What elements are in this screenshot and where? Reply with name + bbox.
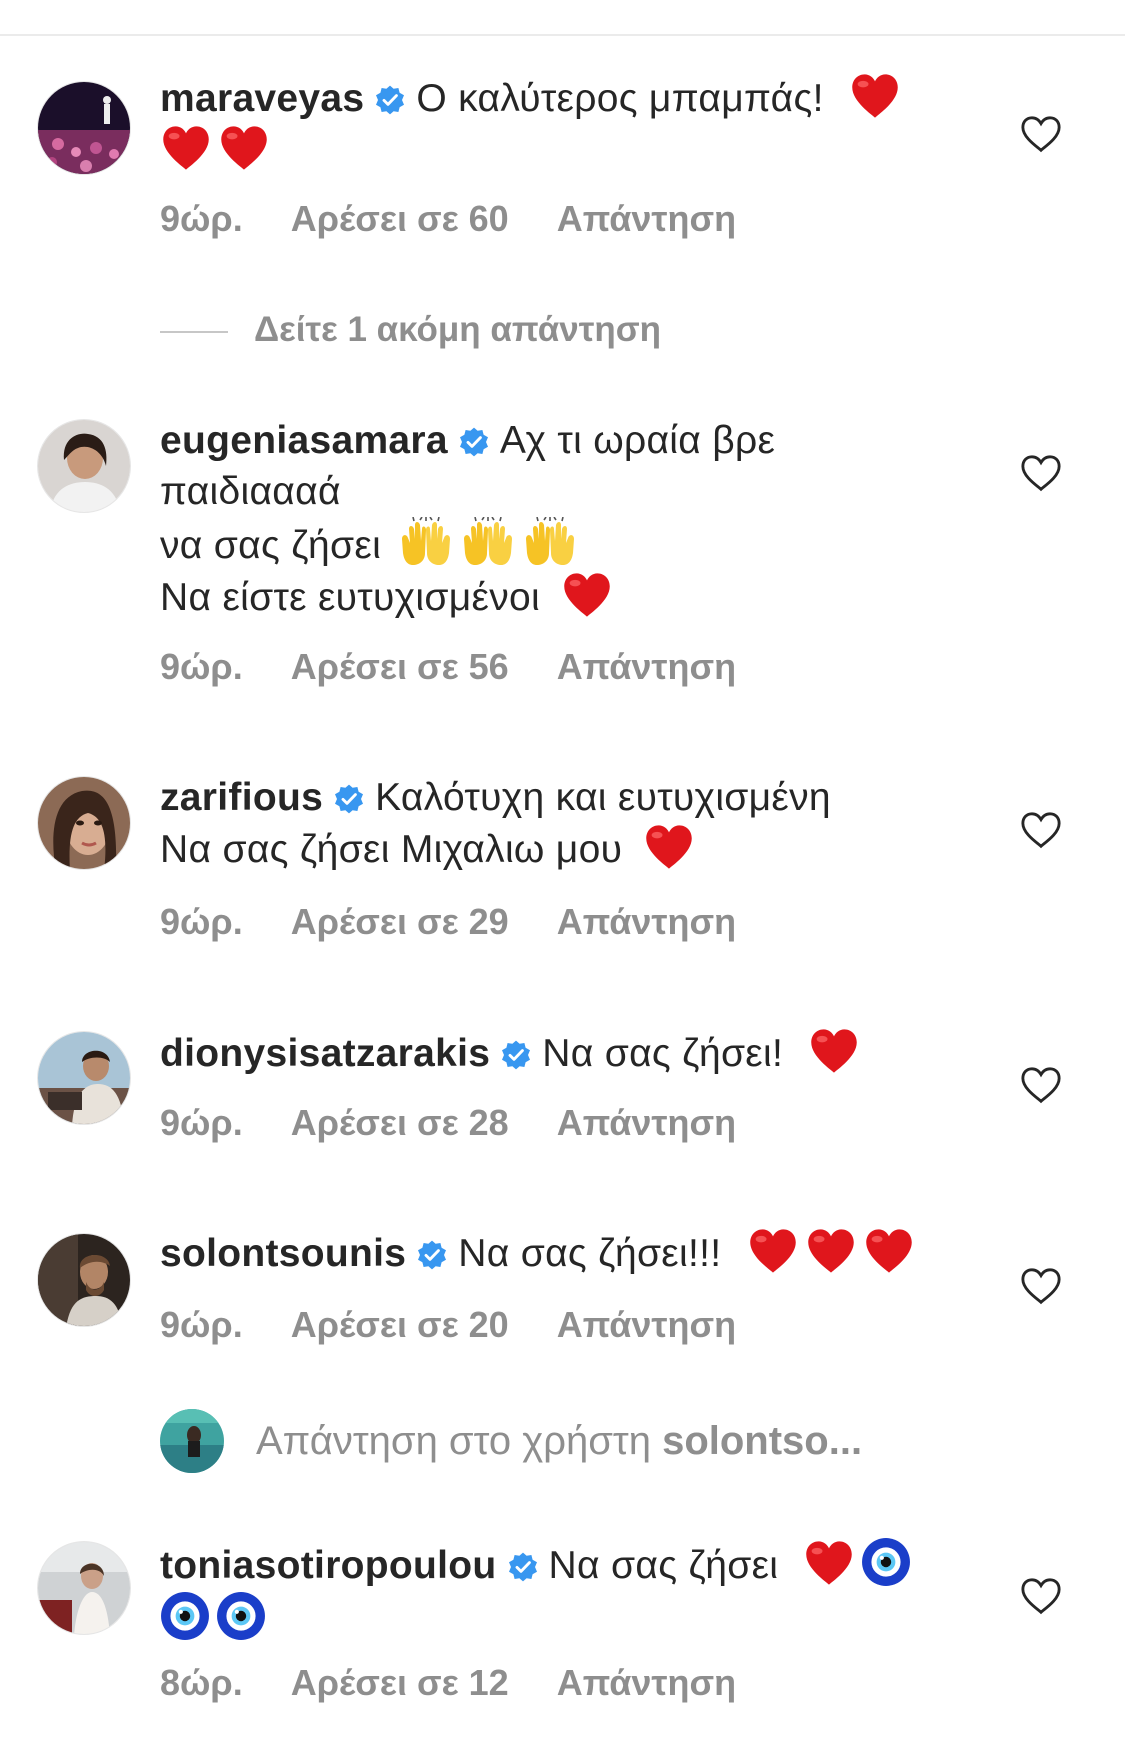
reply-to-prefix: Απάντηση στο χρήστη: [256, 1419, 651, 1463]
reply-to-text: Απάντηση στο χρήστη solontso...: [256, 1417, 862, 1465]
red-heart-emoji: [561, 571, 613, 619]
avatar[interactable]: [37, 776, 131, 870]
comment-text-line-2: Να σας ζήσει Μιχαλιω μου: [160, 828, 623, 871]
comment-text: Να σας ζήσει: [548, 1544, 779, 1587]
top-divider: [0, 34, 1125, 36]
raising-hands-emoji: [522, 517, 578, 567]
comment-likes[interactable]: Αρέσει σε 56: [291, 646, 509, 687]
comment-body: dionysisatzarakis Να σας ζήσει!: [160, 1027, 975, 1079]
verified-badge-icon: [500, 1039, 532, 1071]
comment-text: Να σας ζήσει!: [542, 1032, 784, 1075]
comment-meta: 9ώρ. Αρέσει σε 29 Απάντηση: [160, 900, 784, 944]
comment-time: 9ώρ.: [160, 1304, 243, 1345]
view-more-replies[interactable]: Δείτε 1 ακόμη απάντηση: [160, 305, 661, 355]
comment-likes[interactable]: Αρέσει σε 60: [291, 198, 509, 239]
comment-meta: 9ώρ. Αρέσει σε 20 Απάντηση: [160, 1303, 784, 1347]
red-heart-emoji: [863, 1227, 915, 1275]
reply-button[interactable]: Απάντηση: [557, 1304, 736, 1345]
like-heart-icon[interactable]: [1020, 452, 1062, 494]
comment-body: eugeniasamara Αχ τι ωραία βρε παιδιαααά ν…: [160, 415, 975, 623]
red-heart-emoji: [160, 124, 212, 172]
comment-username[interactable]: solontsounis: [160, 1232, 406, 1275]
comment-username[interactable]: zarifious: [160, 776, 323, 819]
comment-username[interactable]: toniasotiropoulou: [160, 1544, 497, 1587]
comment-meta: 9ώρ. Αρέσει σε 28 Απάντηση: [160, 1101, 784, 1145]
red-heart-emoji: [808, 1027, 860, 1075]
raising-hands-emoji: [398, 517, 454, 567]
avatar[interactable]: [37, 1541, 131, 1635]
avatar[interactable]: [37, 81, 131, 175]
comment-likes[interactable]: Αρέσει σε 12: [291, 1662, 509, 1703]
comment-body: toniasotiropoulou Να σας ζήσει: [160, 1537, 975, 1645]
like-heart-icon[interactable]: [1020, 809, 1062, 851]
red-heart-emoji: [803, 1539, 855, 1587]
comment-username[interactable]: eugeniasamara: [160, 419, 448, 462]
comment-time: 8ώρ.: [160, 1662, 243, 1703]
reply-to-target: solontso...: [662, 1419, 863, 1463]
comment-meta: 9ώρ. Αρέσει σε 60 Απάντηση: [160, 197, 784, 241]
comment-likes[interactable]: Αρέσει σε 28: [291, 1102, 509, 1143]
nazar-amulet-emoji: [216, 1591, 266, 1641]
comment-text-line-3: να σας ζήσει: [160, 524, 382, 567]
comment-likes[interactable]: Αρέσει σε 20: [291, 1304, 509, 1345]
comment-text-line-1: Αχ τι ωραία βρε: [499, 419, 776, 462]
like-heart-icon[interactable]: [1020, 1265, 1062, 1307]
emoji-row: [160, 1591, 272, 1645]
reply-button[interactable]: Απάντηση: [557, 1662, 736, 1703]
comment-time: 9ώρ.: [160, 901, 243, 942]
comment-likes[interactable]: Αρέσει σε 29: [291, 901, 509, 942]
reply-button[interactable]: Απάντηση: [557, 646, 736, 687]
comment-text: Ο καλύτερος μπαμπάς!: [416, 77, 824, 120]
replies-line: [160, 330, 228, 333]
comment-text-line-1: Καλότυχη και ευτυχισμένη: [375, 776, 831, 819]
like-heart-icon[interactable]: [1020, 1575, 1062, 1617]
comment-meta: 8ώρ. Αρέσει σε 12 Απάντηση: [160, 1661, 784, 1705]
red-heart-emoji: [849, 72, 901, 120]
verified-badge-icon: [416, 1239, 448, 1271]
comment-time: 9ώρ.: [160, 198, 243, 239]
verified-badge-icon: [458, 426, 490, 458]
emoji-row: [160, 124, 276, 176]
comment-text: Να σας ζήσει!!!: [458, 1232, 722, 1275]
comment-body: zarifious Καλότυχη και ευτυχισμένη Να σας…: [160, 772, 975, 875]
verified-badge-icon: [374, 84, 406, 116]
like-heart-icon[interactable]: [1020, 113, 1062, 155]
comment-body: maraveyas Ο καλύτερος μπαμπάς!: [160, 72, 975, 176]
verified-badge-icon: [507, 1551, 539, 1583]
comment-time: 9ώρ.: [160, 646, 243, 687]
comment-username[interactable]: dionysisatzarakis: [160, 1032, 490, 1075]
like-heart-icon[interactable]: [1020, 1064, 1062, 1106]
comment-body: solontsounis Να σας ζήσει!!!: [160, 1227, 975, 1279]
nazar-amulet-emoji: [861, 1537, 911, 1587]
comment-time: 9ώρ.: [160, 1102, 243, 1143]
view-more-replies-label: Δείτε 1 ακόμη απάντηση: [254, 310, 662, 349]
avatar[interactable]: [37, 419, 131, 513]
raising-hands-emoji: [460, 517, 516, 567]
nazar-amulet-emoji: [160, 1591, 210, 1641]
avatar[interactable]: [37, 1233, 131, 1327]
red-heart-emoji: [747, 1227, 799, 1275]
comment-text-line-4: Να είστε ευτυχισμένοι: [160, 576, 540, 619]
reply-button[interactable]: Απάντηση: [557, 198, 736, 239]
avatar[interactable]: [37, 1031, 131, 1125]
red-heart-emoji: [643, 823, 695, 871]
red-heart-emoji: [805, 1227, 857, 1275]
comment-meta: 9ώρ. Αρέσει σε 56 Απάντηση: [160, 645, 784, 689]
reply-button[interactable]: Απάντηση: [557, 1102, 736, 1143]
red-heart-emoji: [218, 124, 270, 172]
verified-badge-icon: [333, 783, 365, 815]
comment-username[interactable]: maraveyas: [160, 77, 364, 120]
reply-button[interactable]: Απάντηση: [557, 901, 736, 942]
comment-text-line-2: παιδιαααά: [160, 470, 341, 513]
current-user-avatar: [160, 1409, 224, 1473]
